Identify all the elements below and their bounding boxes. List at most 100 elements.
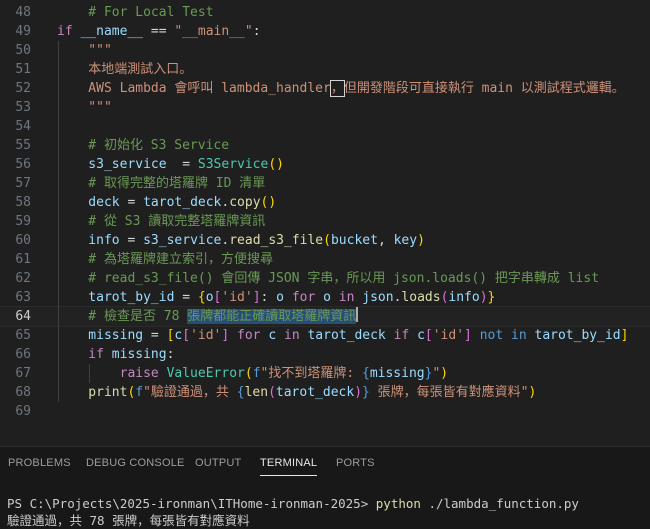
code-line[interactable]: 56 s3_service = S3Service(): [0, 155, 650, 174]
code-line[interactable]: 51 本地端測試入口。: [0, 60, 650, 79]
code-text: tarot_by_id = {o['id']: o for o in json.…: [57, 288, 495, 307]
code-token: 但開發階段可直接執行 main 以測試程式邏輯。: [343, 81, 625, 96]
code-token: tarot_deck: [275, 385, 355, 400]
code-token: ValueError: [166, 366, 245, 381]
code-token: "找不到塔羅牌:: [260, 366, 362, 381]
code-token: missing: [369, 366, 425, 381]
code-line[interactable]: 68 print(f"驗證通過，共 {len(tarot_deck)} 張牌，每…: [0, 383, 650, 402]
code-token: # 取得完整的塔羅牌 ID 清單: [57, 176, 266, 191]
code-token: ): [440, 366, 449, 381]
code-token: deck: [57, 195, 120, 210]
line-number: 48: [15, 5, 31, 20]
code-text: # For Local Test: [57, 3, 214, 22]
code-token: bucket: [330, 233, 378, 248]
code-token: {: [236, 385, 245, 400]
code-token: # For Local Test: [57, 5, 214, 20]
code-token: =: [119, 195, 144, 210]
code-token: info: [448, 290, 480, 305]
line-number: 54: [15, 119, 31, 134]
code-token: o: [276, 290, 284, 305]
code-token: f: [135, 385, 144, 400]
code-line[interactable]: 65 missing = [c['id'] for c in tarot_dec…: [0, 326, 650, 345]
code-token: # read_s3_file() 會回傳 JSON 字串，所以用 json.lo…: [57, 271, 600, 286]
terminal-prompt: PS C:\Projects\2025-ironman\ITHome-ironm…: [7, 496, 376, 511]
code-text: print(f"驗證通過，共 {len(tarot_deck)} 張牌，每張皆有…: [57, 383, 536, 402]
code-line[interactable]: 53 """: [0, 98, 650, 117]
code-line[interactable]: 49 if __name__ == "__main__":: [0, 22, 650, 41]
line-number: 53: [15, 100, 31, 115]
code-token: AWS Lambda 會呼叫 lambda_handler: [57, 81, 331, 96]
code-token: if: [57, 347, 112, 362]
code-line[interactable]: 59 # 從 S3 讀取完整塔羅牌資訊: [0, 212, 650, 231]
code-token: in: [330, 290, 363, 305]
code-token: tarot_deck: [143, 195, 222, 210]
code-token: ): [354, 385, 363, 400]
terminal-command-args: ./lambda_function.py: [420, 496, 579, 511]
code-text: if __name__ == "__main__":: [57, 22, 261, 41]
line-number: 56: [15, 157, 31, 172]
tab-debug-console[interactable]: DEBUG CONSOLE: [86, 457, 185, 469]
code-text: if missing:: [57, 345, 174, 364]
code-text: 本地端測試入口。: [57, 60, 192, 79]
code-line[interactable]: 50 """: [0, 41, 650, 60]
line-number: 49: [15, 24, 31, 39]
code-token: 本地端測試入口。: [57, 62, 193, 77]
code-line[interactable]: 58 deck = tarot_deck.copy(): [0, 193, 650, 212]
terminal-output: 驗證通過，共 78 張牌，每張皆有對應資料: [7, 513, 250, 528]
terminal-command-line[interactable]: PS C:\Projects\2025-ironman\ITHome-ironm…: [7, 495, 579, 512]
code-token: :: [252, 24, 261, 39]
code-token: __name__: [80, 24, 144, 39]
indent-guide: [89, 364, 90, 383]
code-token: =: [119, 233, 144, 248]
tab-ports[interactable]: PORTS: [336, 457, 375, 469]
code-token: read_s3_file: [229, 233, 324, 248]
code-text: # read_s3_file() 會回傳 JSON 字串，所以用 json.lo…: [57, 269, 599, 288]
code-token: c: [268, 328, 277, 343]
line-number: 51: [15, 62, 31, 77]
code-token: # 從 S3 讀取完整塔羅牌資訊: [57, 214, 266, 229]
highlighted-character: ，: [329, 80, 345, 97]
tab-output[interactable]: OUTPUT: [195, 457, 241, 469]
text-cursor: [356, 307, 359, 322]
tab-problems[interactable]: PROBLEMS: [8, 457, 71, 469]
code-line[interactable]: 66 if missing:: [0, 345, 650, 364]
code-token: # 檢查是否 78: [57, 309, 188, 324]
code-token: 'id': [432, 328, 465, 343]
code-token: f: [252, 366, 261, 381]
code-line[interactable]: 57 # 取得完整的塔羅牌 ID 清單: [0, 174, 650, 193]
code-line[interactable]: 61 # 為塔羅牌建立索引，方便搜尋: [0, 250, 650, 269]
code-token: ]: [252, 290, 261, 305]
code-token: if: [57, 24, 81, 39]
code-token: S3Service: [197, 157, 269, 172]
code-token: (): [260, 195, 277, 210]
code-token: s3_service: [57, 157, 167, 172]
code-line[interactable]: 67 raise ValueError(f"找不到塔羅牌: {missing}"…: [0, 364, 650, 383]
code-text: # 檢查是否 78 張牌都能正確讀取塔羅牌資訊: [57, 307, 359, 326]
code-text: AWS Lambda 會呼叫 lambda_handler，但開發階段可直接執行…: [57, 79, 625, 98]
code-token: {: [197, 290, 206, 305]
code-token: ==: [143, 24, 175, 39]
code-line[interactable]: 60 info = s3_service.read_s3_file(bucket…: [0, 231, 650, 250]
code-token: 'id': [190, 328, 222, 343]
code-line[interactable]: 52 AWS Lambda 會呼叫 lambda_handler，但開發階段可直…: [0, 79, 650, 98]
code-line[interactable]: 64 # 檢查是否 78 張牌都能正確讀取塔羅牌資訊: [0, 306, 650, 327]
line-number: 69: [15, 404, 31, 419]
code-token: for: [229, 328, 269, 343]
code-token: (): [268, 157, 284, 172]
code-line[interactable]: 55 # 初始化 S3 Service: [0, 136, 650, 155]
line-number: 66: [15, 347, 31, 362]
tab-terminal[interactable]: TERMINAL: [260, 457, 318, 476]
code-token: }: [362, 385, 370, 400]
bottom-panel: PROBLEMS DEBUG CONSOLE OUTPUT TERMINAL P…: [0, 446, 650, 529]
code-line[interactable]: 69: [0, 402, 650, 421]
code-line[interactable]: 63 tarot_by_id = {o['id']: o for o in js…: [0, 288, 650, 307]
code-editor[interactable]: 48 # For Local Test 49 if __name__ == "__m…: [0, 0, 650, 446]
code-token: (: [323, 233, 331, 248]
code-token: ,: [377, 233, 394, 248]
code-line[interactable]: 54: [0, 117, 650, 136]
code-token: copy: [229, 195, 261, 210]
code-token: """: [57, 100, 112, 115]
code-line[interactable]: 48 # For Local Test: [0, 3, 650, 22]
code-line[interactable]: 62 # read_s3_file() 會回傳 JSON 字串，所以用 json…: [0, 269, 650, 288]
line-number: 59: [15, 214, 31, 229]
